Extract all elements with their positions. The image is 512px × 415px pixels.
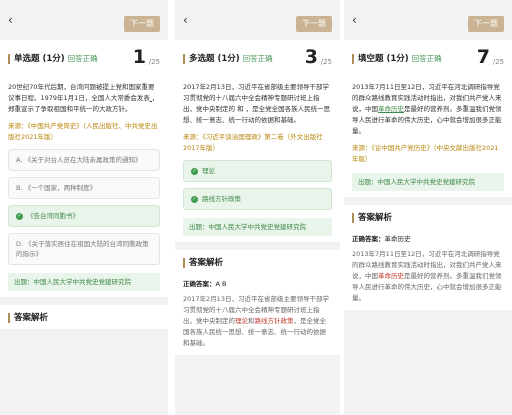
question-source: 来源：《习近平谈治国理政》第二卷（外文出版社2017年版）	[183, 133, 323, 152]
correct-answer: 正确答案：革命历史	[352, 235, 411, 243]
top-bar: ‹ 下一题	[0, 0, 168, 40]
top-bar: ‹ 下一题	[175, 0, 340, 40]
question-source: 来源：《论中国共产党历史》（中央文献出版社2021年版）	[352, 144, 499, 163]
question-author: 出题：中国人民大学中共党史党建研究院	[8, 273, 160, 291]
option-b[interactable]: B. 《一个国家，两种制度》	[8, 177, 160, 199]
analysis-title: 答案解析	[352, 213, 504, 223]
option-correct-2[interactable]: ✓ 路线方针政策	[183, 188, 332, 210]
analysis-card: 答案解析	[0, 305, 168, 329]
next-question-button[interactable]: 下一题	[124, 16, 160, 32]
correct-tag: 回答正确	[242, 54, 273, 63]
correct-tag: 回答正确	[411, 54, 442, 63]
question-number: 7	[476, 46, 490, 68]
question-type: 单选题 (1分) 回答正确	[8, 54, 98, 64]
question-total: /25	[492, 58, 504, 66]
option-a[interactable]: A. 《关于对台人员在大陆亲属政策的通知》	[8, 149, 160, 171]
correct-tag: 回答正确	[67, 54, 98, 63]
correct-answer: 正确答案：A B	[183, 280, 227, 288]
question-stem: 20世纪70年代后期，台湾问题被提上党和国家重要议事日程。1979年1月1日，全…	[8, 83, 159, 113]
question-header: 填空题 (1分) 回答正确 7 /25	[352, 46, 504, 70]
question-number: 3	[304, 46, 318, 68]
question-card: 多选题 (1分) 回答正确 3 /25 2017年2月13日，习近平在省部级主要领…	[175, 40, 340, 242]
question-card: 填空题 (1分) 回答正确 7 /25 2013年7月11日至12日，习近平在河北…	[344, 40, 512, 197]
question-source: 来源：《中国共产党简史》（人民出版社、中共党史出版社2021年版）	[8, 122, 158, 141]
question-stem: 2017年2月13日，习近平在省部级主要领导干部学习贯彻党的十八届六中全会精神专…	[183, 83, 331, 124]
question-author: 出题：中国人民大学中共党史党建研究院	[352, 173, 504, 191]
quiz-panel-multi-choice: ‹ 下一题 多选题 (1分) 回答正确 3 /25 2017年2月13日，习近平在…	[175, 0, 340, 415]
option-d[interactable]: D. 《关于落实居住在祖国大陆的台湾同胞政策的指示》	[8, 233, 160, 265]
question-type: 多选题 (1分) 回答正确	[183, 54, 273, 64]
option-c-correct[interactable]: ✓ 《告台湾同胞书》	[8, 205, 160, 227]
back-chevron-icon[interactable]: ‹	[352, 14, 357, 26]
question-number: 1	[132, 46, 146, 68]
analysis-card: 答案解析 正确答案：A B 2017年2月13日，习近平在省部级主要领导干部学习…	[175, 250, 340, 355]
screenshot-collage: ‹ 下一题 单选题 (1分) 回答正确 1 /25 20世纪70年代后期，台湾问题…	[0, 0, 512, 415]
option-correct-1[interactable]: ✓ 理论	[183, 160, 332, 182]
back-chevron-icon[interactable]: ‹	[183, 14, 188, 26]
question-header: 多选题 (1分) 回答正确 3 /25	[183, 46, 332, 70]
check-icon: ✓	[16, 212, 23, 220]
question-author: 出题：中国人民大学中共党史党建研究院	[183, 218, 332, 236]
question-header: 单选题 (1分) 回答正确 1 /25	[8, 46, 160, 70]
analysis-title: 答案解析	[8, 313, 160, 323]
filled-blank[interactable]: 革命历史	[378, 105, 404, 113]
question-card: 单选题 (1分) 回答正确 1 /25 20世纪70年代后期，台湾问题被提上党和国…	[0, 40, 168, 297]
question-total: /25	[320, 58, 332, 66]
analysis-text: 2013年7月11日至12日，习近平在河北调研指导党的群众路线教育实践活动时指出…	[352, 250, 502, 302]
question-stem: 2013年7月11日至12日，习近平在河北调研指导党的群众路线教育实践活动时指出…	[352, 83, 502, 135]
quiz-panel-single-choice: ‹ 下一题 单选题 (1分) 回答正确 1 /25 20世纪70年代后期，台湾问题…	[0, 0, 168, 415]
check-icon: ✓	[191, 195, 198, 203]
next-question-button[interactable]: 下一题	[468, 16, 504, 32]
question-type: 填空题 (1分) 回答正确	[352, 54, 442, 64]
check-icon: ✓	[191, 167, 198, 175]
question-total: /25	[148, 58, 160, 66]
analysis-card: 答案解析 正确答案：革命历史 2013年7月11日至12日，习近平在河北调研指导…	[344, 205, 512, 310]
analysis-text: 2017年2月13日，习近平在省部级主要领导干部学习贯彻党的十八届六中全会精神专…	[183, 295, 329, 347]
top-bar: ‹ 下一题	[344, 0, 512, 40]
analysis-title: 答案解析	[183, 258, 332, 268]
quiz-panel-fill-blank: ‹ 下一题 填空题 (1分) 回答正确 7 /25 2013年7月11日至12日，…	[344, 0, 512, 415]
next-question-button[interactable]: 下一题	[296, 16, 332, 32]
back-chevron-icon[interactable]: ‹	[8, 14, 13, 26]
